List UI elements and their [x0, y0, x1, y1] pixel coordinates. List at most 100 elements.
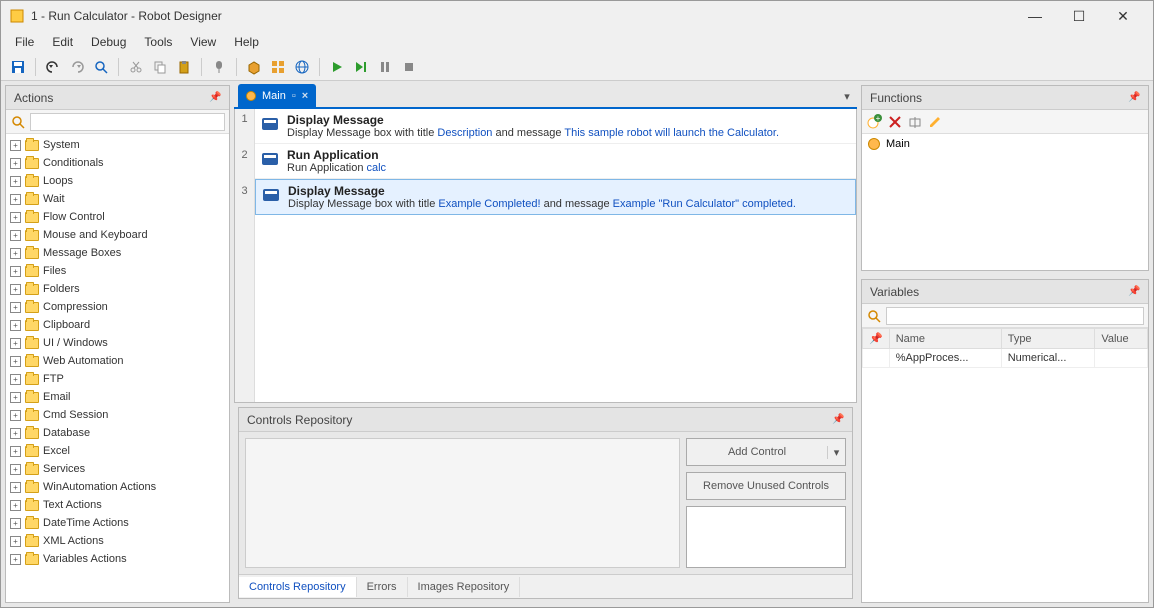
pin-icon[interactable]: 📌 [1128, 92, 1140, 104]
menu-tools[interactable]: Tools [136, 33, 180, 51]
tree-item[interactable]: +Message Boxes [6, 244, 229, 262]
expand-icon[interactable]: + [10, 284, 21, 295]
menu-debug[interactable]: Debug [83, 33, 134, 51]
functions-list[interactable]: Main [862, 134, 1148, 270]
tree-item[interactable]: +Excel [6, 442, 229, 460]
steps-list[interactable]: Display MessageDisplay Message box with … [255, 109, 856, 402]
expand-icon[interactable]: + [10, 446, 21, 457]
undo-icon[interactable] [42, 56, 64, 78]
tree-item[interactable]: +Variables Actions [6, 550, 229, 568]
expand-icon[interactable]: + [10, 212, 21, 223]
delete-function-icon[interactable] [888, 115, 902, 129]
add-function-icon[interactable]: + [866, 114, 882, 130]
pin-icon[interactable]: 📌 [1128, 286, 1140, 298]
tree-item[interactable]: +UI / Windows [6, 334, 229, 352]
expand-icon[interactable]: + [10, 554, 21, 565]
tree-item[interactable]: +Web Automation [6, 352, 229, 370]
windows-icon[interactable] [267, 56, 289, 78]
tree-item[interactable]: +Compression [6, 298, 229, 316]
actions-tree[interactable]: +System+Conditionals+Loops+Wait+Flow Con… [6, 134, 229, 602]
redo-icon[interactable] [66, 56, 88, 78]
tab-main[interactable]: Main ▫ × [238, 84, 316, 108]
close-button[interactable]: ✕ [1101, 2, 1145, 30]
tab-pin-icon[interactable]: ▫ [292, 90, 296, 102]
expand-icon[interactable]: + [10, 302, 21, 313]
tab-close-icon[interactable]: × [302, 90, 308, 102]
expand-icon[interactable]: + [10, 356, 21, 367]
tree-item[interactable]: +Files [6, 262, 229, 280]
tree-item[interactable]: +Conditionals [6, 154, 229, 172]
step-row[interactable]: Display MessageDisplay Message box with … [255, 179, 856, 215]
column-header[interactable]: Type [1001, 329, 1095, 349]
expand-icon[interactable]: + [10, 428, 21, 439]
menu-help[interactable]: Help [226, 33, 267, 51]
tree-item[interactable]: +Email [6, 388, 229, 406]
tree-item[interactable]: +Mouse and Keyboard [6, 226, 229, 244]
expand-icon[interactable]: + [10, 266, 21, 277]
expand-icon[interactable]: + [10, 248, 21, 259]
expand-icon[interactable]: + [10, 518, 21, 529]
run-step-icon[interactable] [350, 56, 372, 78]
tree-item[interactable]: +Cmd Session [6, 406, 229, 424]
expand-icon[interactable]: + [10, 194, 21, 205]
pin-column[interactable]: 📌 [863, 329, 890, 349]
expand-icon[interactable]: + [10, 536, 21, 547]
tree-item[interactable]: +XML Actions [6, 532, 229, 550]
copy-icon[interactable] [149, 56, 171, 78]
expand-icon[interactable]: + [10, 500, 21, 511]
expand-icon[interactable]: + [10, 374, 21, 385]
tree-item[interactable]: +Database [6, 424, 229, 442]
variables-search-input[interactable] [886, 307, 1144, 325]
expand-icon[interactable]: + [10, 464, 21, 475]
box-icon[interactable] [243, 56, 265, 78]
run-icon[interactable] [326, 56, 348, 78]
expand-icon[interactable]: + [10, 320, 21, 331]
save-icon[interactable] [7, 56, 29, 78]
tree-item[interactable]: +FTP [6, 370, 229, 388]
find-icon[interactable] [90, 56, 112, 78]
actions-search-input[interactable] [30, 113, 225, 131]
search-icon[interactable] [10, 114, 26, 130]
pause-icon[interactable] [374, 56, 396, 78]
menu-file[interactable]: File [7, 33, 42, 51]
tree-item[interactable]: +Loops [6, 172, 229, 190]
expand-icon[interactable]: + [10, 176, 21, 187]
expand-icon[interactable]: + [10, 392, 21, 403]
tree-item[interactable]: +System [6, 136, 229, 154]
add-control-button[interactable]: Add Control ▾ [686, 438, 846, 466]
pin-icon[interactable]: 📌 [832, 414, 844, 426]
expand-icon[interactable]: + [10, 158, 21, 169]
menu-edit[interactable]: Edit [44, 33, 81, 51]
tree-item[interactable]: +Wait [6, 190, 229, 208]
step-row[interactable]: Display MessageDisplay Message box with … [255, 109, 856, 144]
expand-icon[interactable]: + [10, 230, 21, 241]
bottom-tab[interactable]: Errors [357, 577, 408, 597]
expand-icon[interactable]: + [10, 410, 21, 421]
variables-table[interactable]: 📌NameTypeValue %AppProces...Numerical... [862, 328, 1148, 368]
column-header[interactable]: Value [1095, 329, 1148, 349]
expand-icon[interactable]: + [10, 338, 21, 349]
tree-item[interactable]: +Clipboard [6, 316, 229, 334]
recorder-icon[interactable] [208, 56, 230, 78]
paste-icon[interactable] [173, 56, 195, 78]
expand-icon[interactable]: + [10, 140, 21, 151]
function-item[interactable]: Main [862, 134, 1148, 154]
tree-item[interactable]: +WinAutomation Actions [6, 478, 229, 496]
variable-row[interactable]: %AppProces...Numerical... [863, 349, 1148, 368]
bottom-tab[interactable]: Controls Repository [239, 577, 357, 597]
tree-item[interactable]: +Text Actions [6, 496, 229, 514]
search-icon[interactable] [866, 308, 882, 324]
controls-tree[interactable] [245, 438, 680, 568]
stop-icon[interactable] [398, 56, 420, 78]
tree-item[interactable]: +Flow Control [6, 208, 229, 226]
dropdown-icon[interactable]: ▾ [827, 446, 845, 459]
cut-icon[interactable] [125, 56, 147, 78]
globe-icon[interactable] [291, 56, 313, 78]
expand-icon[interactable]: + [10, 482, 21, 493]
edit-function-icon[interactable] [928, 115, 942, 129]
remove-unused-button[interactable]: Remove Unused Controls [686, 472, 846, 500]
column-header[interactable]: Name [889, 329, 1001, 349]
pin-icon[interactable]: 📌 [209, 92, 221, 104]
maximize-button[interactable]: ☐ [1057, 2, 1101, 30]
step-row[interactable]: Run ApplicationRun Application calc [255, 144, 856, 179]
